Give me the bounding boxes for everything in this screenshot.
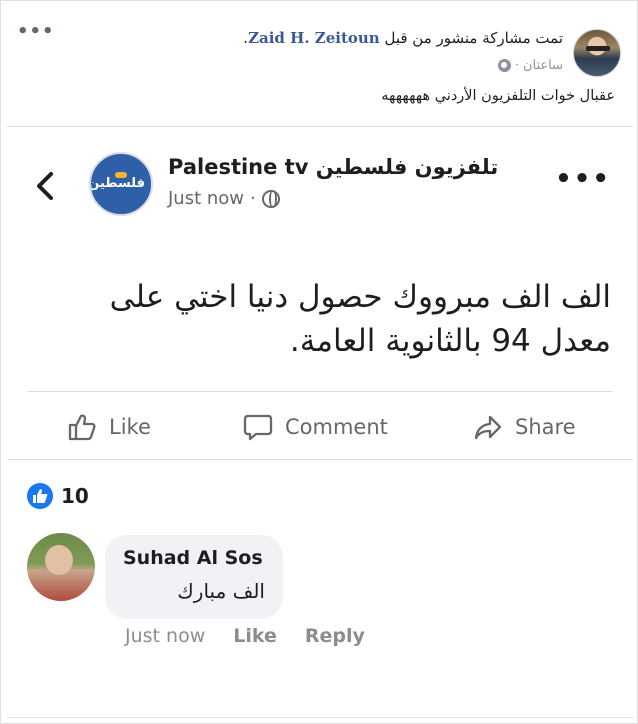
post-caption: عقبال خوات التلفزيون الأردني ههههههه bbox=[381, 88, 615, 104]
comment-author-link[interactable]: Suhad Al Sos bbox=[123, 547, 263, 569]
comment-button[interactable]: Comment bbox=[243, 399, 388, 455]
commenter-avatar[interactable] bbox=[27, 533, 95, 601]
reactions-summary[interactable]: 10 bbox=[27, 481, 89, 511]
comment-label: Comment bbox=[285, 415, 388, 439]
embedded-post: فلسطين Palestine tv تلفزيون فلسطين Just … bbox=[7, 126, 633, 718]
like-button[interactable]: Like bbox=[67, 399, 151, 455]
post-timestamp[interactable]: Just now bbox=[168, 188, 244, 209]
comment-like-link[interactable]: Like bbox=[233, 625, 277, 647]
back-chevron-icon[interactable] bbox=[33, 171, 59, 201]
share-label: Share bbox=[515, 415, 576, 439]
share-icon bbox=[474, 415, 502, 440]
meta-separator: · bbox=[250, 188, 256, 209]
share-button[interactable]: Share bbox=[473, 399, 576, 455]
page-name-link[interactable]: Palestine tv تلفزيون فلسطين bbox=[168, 155, 498, 179]
reaction-count: 10 bbox=[61, 484, 89, 508]
divider bbox=[7, 459, 633, 460]
shared-post-card: ••• تمت مشاركة منشور من قبل Zaid H. Zeit… bbox=[0, 0, 638, 724]
shared-by-line: تمت مشاركة منشور من قبل Zaid H. Zeitoun. bbox=[243, 29, 563, 47]
more-icon[interactable]: ••• bbox=[555, 166, 611, 192]
divider bbox=[27, 391, 613, 392]
like-reaction-icon bbox=[27, 483, 53, 509]
comment-time[interactable]: Just now bbox=[125, 625, 205, 647]
comment-bubble: Suhad Al Sos الف مبارك bbox=[105, 535, 283, 619]
post-body: الف الف مبرووك حصول دنيا اختي على معدل 9… bbox=[109, 279, 611, 359]
globe-icon bbox=[261, 189, 280, 208]
comment-icon bbox=[243, 414, 273, 441]
comment-reply-link[interactable]: Reply bbox=[305, 625, 365, 647]
comment-meta: Just now Like Reply bbox=[125, 625, 365, 647]
post-time[interactable]: ساعتان bbox=[523, 58, 563, 73]
shared-post-header: ••• تمت مشاركة منشور من قبل Zaid H. Zeit… bbox=[1, 1, 637, 126]
post-actions: Like Comment Share bbox=[27, 399, 613, 455]
post-meta: ساعتان · bbox=[497, 58, 563, 73]
avatar[interactable] bbox=[573, 29, 621, 77]
shared-text: تمت مشاركة منشور من قبل bbox=[384, 29, 563, 47]
avatar-logo-text: فلسطين bbox=[89, 176, 145, 191]
avatar-detail bbox=[586, 46, 610, 51]
meta-separator: · bbox=[514, 58, 519, 73]
page-post-meta: Just now · bbox=[168, 188, 280, 209]
thumbs-up-icon bbox=[68, 414, 96, 441]
actor-name-link[interactable]: Zaid H. Zeitoun bbox=[248, 29, 380, 47]
more-icon[interactable]: ••• bbox=[17, 23, 55, 41]
globe-icon bbox=[497, 59, 511, 72]
page-avatar[interactable]: فلسطين bbox=[89, 152, 153, 216]
comment-text: الف مبارك bbox=[177, 579, 265, 603]
like-label: Like bbox=[109, 415, 151, 439]
